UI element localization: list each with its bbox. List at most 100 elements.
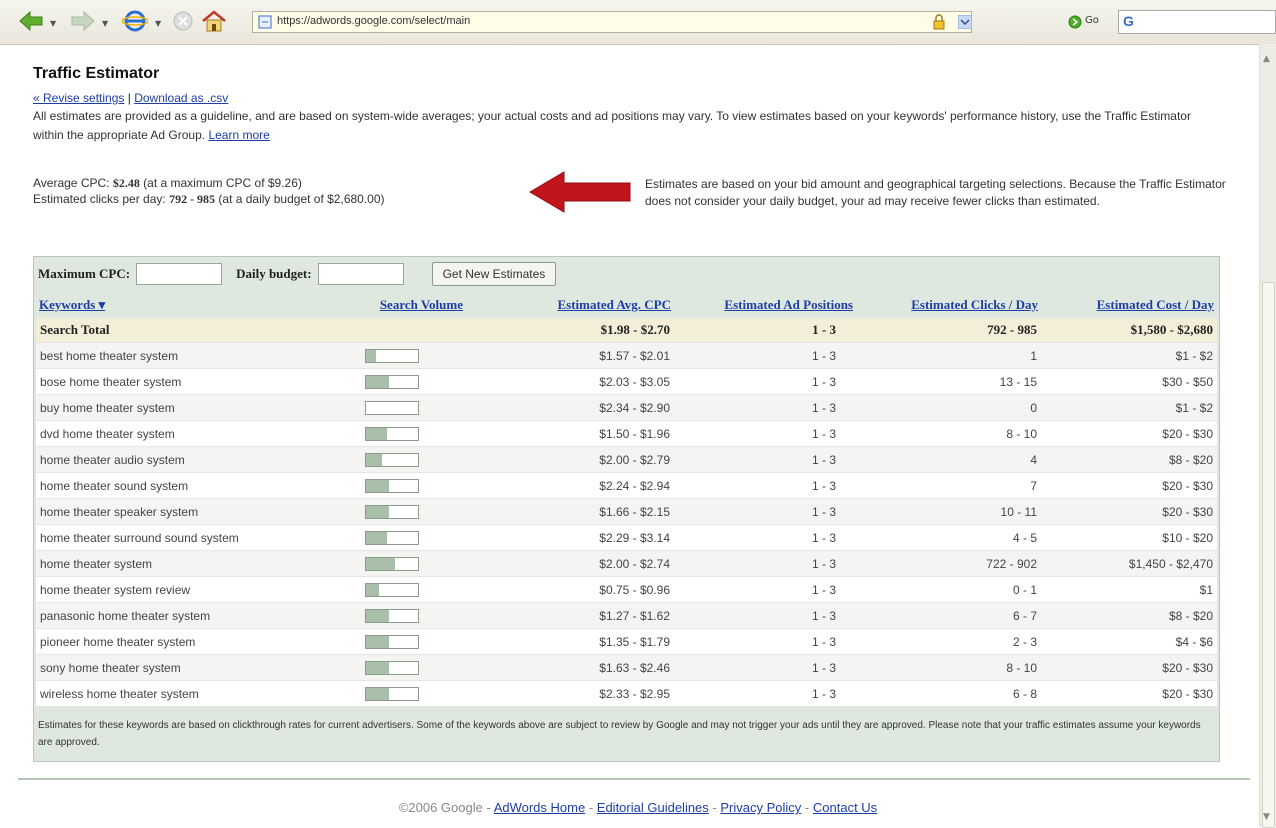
home-icon (202, 10, 226, 32)
max-cpc-input[interactable] (136, 263, 223, 285)
total-cost: $1,580 - $2,680 (1041, 317, 1217, 343)
cost-cell: $10 - $20 (1041, 524, 1217, 551)
total-volume (321, 317, 466, 343)
clicks-cell: 6 - 8 (856, 680, 1041, 706)
clicks-label: Estimated clicks per day: (33, 192, 170, 206)
ad-position-cell: 1 - 3 (674, 628, 856, 655)
sort-cost-header[interactable]: Estimated Cost / Day (1097, 297, 1214, 312)
clicks-cell: 8 - 10 (856, 654, 1041, 681)
search-volume-bar (365, 530, 419, 545)
avg-cpc-label: Average CPC: (33, 176, 113, 190)
table-row: buy home theater system $2.34 - $2.90 1 - … (36, 394, 1217, 421)
sort-ad-positions-header[interactable]: Estimated Ad Positions (724, 297, 853, 312)
search-volume-bar (365, 374, 419, 389)
avg-cpc-cell: $0.75 - $0.96 (466, 576, 674, 603)
back-button[interactable] (18, 8, 44, 34)
browser-toolbar: ▼ ▼ ▼ https://adwords.google.com/select/… (0, 0, 1276, 45)
search-volume-cell (321, 394, 466, 421)
search-volume-fill (366, 687, 390, 700)
search-volume-fill (366, 661, 390, 674)
cost-cell: $20 - $30 (1041, 420, 1217, 447)
download-csv-link[interactable]: Download as .csv (134, 91, 228, 105)
keyword-cell: sony home theater system (36, 654, 321, 681)
sort-avg-cpc-header[interactable]: Estimated Avg. CPC (557, 297, 671, 312)
sort-keywords-header[interactable]: Keywords ▾ (39, 297, 105, 312)
total-position: 1 - 3 (674, 317, 856, 343)
estimate-summary: Average CPC: $2.48 (at a maximum CPC of … (33, 175, 385, 207)
estimator-panel: Maximum CPC: Daily budget: Get New Estim… (33, 256, 1220, 762)
adwords-home-link[interactable]: AdWords Home (494, 800, 586, 815)
estimate-footnote: Estimates for these keywords are based o… (38, 720, 1201, 748)
cost-cell: $8 - $20 (1041, 602, 1217, 629)
search-volume-bar (365, 634, 419, 649)
ad-position-cell: 1 - 3 (674, 524, 856, 551)
table-row: best home theater system $1.57 - $2.01 1 -… (36, 342, 1217, 369)
sort-clicks-header[interactable]: Estimated Clicks / Day (911, 297, 1038, 312)
ad-position-cell: 1 - 3 (674, 420, 856, 447)
home-button[interactable] (200, 8, 228, 34)
sort-search-volume-header[interactable]: Search Volume (380, 297, 463, 312)
toolbar-search-input[interactable]: G (1118, 10, 1276, 34)
estimate-controls: Maximum CPC: Daily budget: Get New Estim… (38, 262, 557, 286)
go-button-label[interactable]: Go (1085, 15, 1099, 26)
cost-cell: $8 - $20 (1041, 446, 1217, 473)
clicks-value: 792 - 985 (169, 192, 216, 206)
table-row: panasonic home theater system $1.27 - $1.… (36, 602, 1217, 629)
forward-button[interactable] (70, 8, 96, 34)
scroll-thumb[interactable] (1262, 282, 1275, 828)
cost-cell: $20 - $30 (1041, 680, 1217, 706)
footer-divider (18, 778, 1250, 780)
page-icon (258, 15, 272, 29)
search-volume-bar (365, 348, 419, 363)
keyword-cell: wireless home theater system (36, 680, 321, 706)
footer-separator: - (588, 800, 597, 815)
search-volume-bar (365, 686, 419, 701)
table-row: home theater system review $0.75 - $0.96 1… (36, 576, 1217, 603)
back-arrow-icon (19, 10, 43, 32)
clicks-cell: 4 (856, 446, 1041, 473)
search-volume-fill (366, 375, 390, 388)
keyword-cell: pioneer home theater system (36, 628, 321, 655)
clicks-cell: 2 - 3 (856, 628, 1041, 655)
address-dropdown-icon[interactable] (958, 15, 972, 29)
ad-position-cell: 1 - 3 (674, 368, 856, 395)
learn-more-link[interactable]: Learn more (208, 128, 269, 142)
search-volume-cell (321, 654, 466, 681)
stop-button[interactable] (172, 8, 194, 34)
ad-position-cell: 1 - 3 (674, 602, 856, 629)
vertical-scrollbar[interactable]: ▲ ▼ (1259, 44, 1276, 828)
ad-position-cell: 1 - 3 (674, 394, 856, 421)
get-new-estimates-button[interactable]: Get New Estimates (431, 262, 557, 286)
avg-cpc-cell: $1.66 - $2.15 (466, 498, 674, 525)
search-volume-bar (365, 556, 419, 571)
ad-position-cell: 1 - 3 (674, 498, 856, 525)
avg-cpc-cell: $1.35 - $1.79 (466, 628, 674, 655)
lock-icon[interactable] (931, 14, 947, 30)
clicks-note: (at a daily budget of $2,680.00) (215, 192, 385, 206)
search-volume-cell (321, 342, 466, 369)
link-separator: | (124, 91, 135, 105)
table-row: wireless home theater system $2.33 - $2.9… (36, 680, 1217, 706)
privacy-policy-link[interactable]: Privacy Policy (720, 800, 801, 815)
browser-logo-button[interactable] (122, 8, 148, 34)
go-icon[interactable] (1067, 14, 1083, 30)
logo-dropdown-icon[interactable]: ▼ (155, 19, 161, 28)
ad-position-cell: 1 - 3 (674, 550, 856, 577)
daily-budget-input[interactable] (317, 263, 404, 285)
contact-us-link[interactable]: Contact Us (813, 800, 877, 815)
keyword-estimates-table: Keywords ▾ Search Volume Estimated Avg. … (36, 293, 1217, 706)
forward-dropdown-icon[interactable]: ▼ (102, 19, 108, 28)
table-row: home theater sound system $2.24 - $2.94 1 … (36, 472, 1217, 499)
total-label: Search Total (36, 317, 321, 343)
scroll-up-icon[interactable]: ▲ (1263, 54, 1270, 64)
table-row: home theater surround sound system $2.29 … (36, 524, 1217, 551)
stop-icon (173, 11, 193, 31)
address-bar[interactable]: https://adwords.google.com/select/main (252, 11, 972, 33)
back-dropdown-icon[interactable]: ▼ (50, 19, 56, 28)
cost-cell: $1 - $2 (1041, 394, 1217, 421)
revise-settings-link[interactable]: « Revise settings (33, 91, 124, 105)
table-header-row: Keywords ▾ Search Volume Estimated Avg. … (36, 293, 1217, 318)
editorial-guidelines-link[interactable]: Editorial Guidelines (597, 800, 709, 815)
clicks-cell: 0 (856, 394, 1041, 421)
search-volume-cell (321, 550, 466, 577)
